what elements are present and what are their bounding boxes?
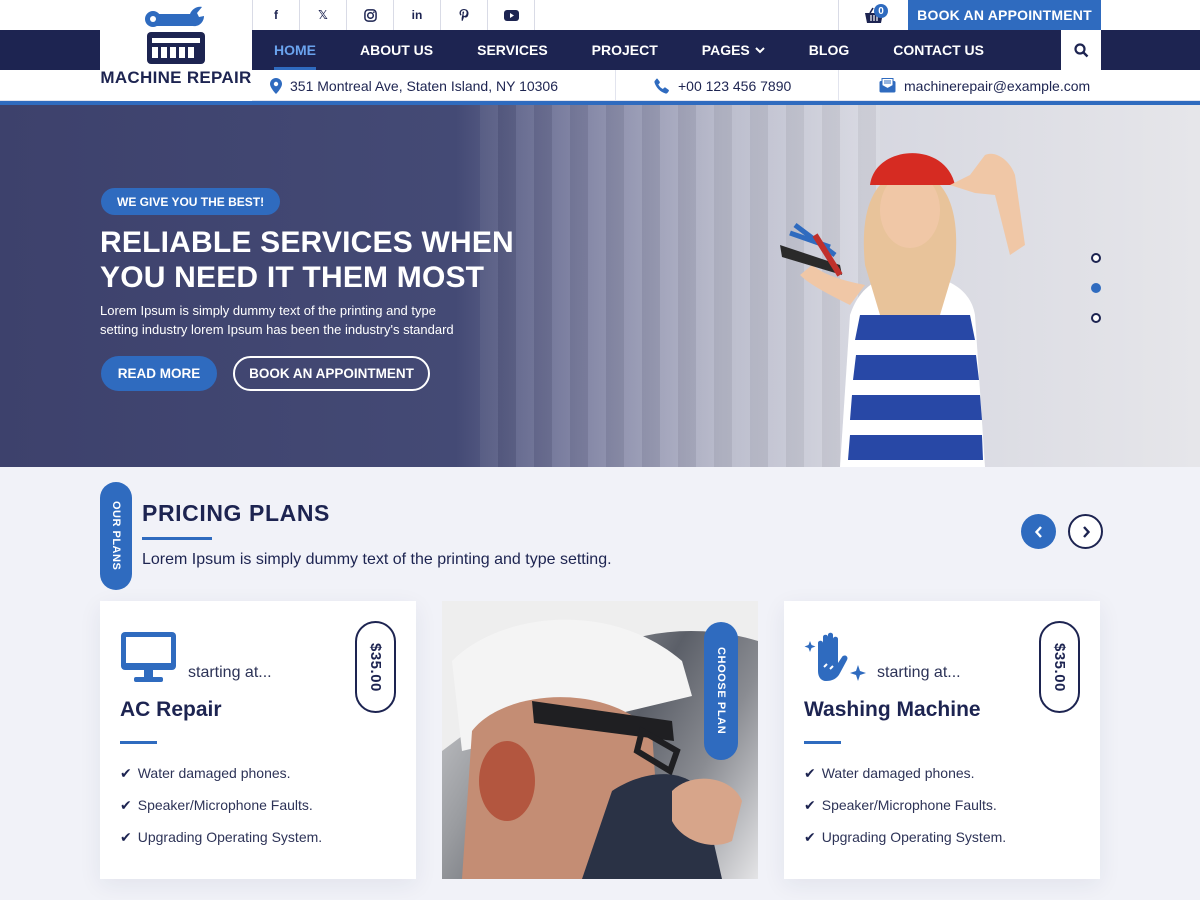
- nav-item-pages-label: PAGES: [701, 42, 750, 58]
- info-divider: [838, 70, 839, 101]
- chevron-right-icon: [1082, 525, 1090, 538]
- site-logo[interactable]: MACHINE REPAIR: [100, 0, 252, 101]
- plan-underline: [804, 741, 841, 744]
- email-icon: [879, 78, 896, 93]
- check-icon: ✔: [804, 797, 816, 813]
- choose-plan-text: CHOOSE PLAN: [715, 647, 727, 735]
- carousel-next-button[interactable]: [1068, 514, 1103, 549]
- feature-text: Water damaged phones.: [821, 765, 975, 781]
- hero-description: Lorem Ipsum is simply dummy text of the …: [100, 301, 500, 339]
- our-plans-label: OUR PLANS: [100, 482, 132, 590]
- check-icon: ✔: [804, 829, 816, 845]
- hero-title-line-1: RELIABLE SERVICES WHEN: [100, 226, 514, 259]
- our-plans-text: OUR PLANS: [110, 501, 122, 571]
- youtube-icon[interactable]: [488, 0, 535, 30]
- price-value: $35.00: [367, 642, 384, 692]
- hero-title-line-2: YOU NEED IT THEM MOST: [100, 261, 485, 294]
- search-button[interactable]: [1061, 30, 1101, 70]
- phone-info[interactable]: +00 123 456 7890: [654, 70, 791, 101]
- check-icon: ✔: [804, 765, 816, 781]
- pinterest-icon[interactable]: [441, 0, 488, 30]
- feature-item: ✔ Upgrading Operating System.: [120, 829, 322, 861]
- feature-list: ✔ Water damaged phones. ✔ Speaker/Micropho…: [120, 765, 322, 861]
- cart-button[interactable]: 0: [838, 0, 908, 30]
- section-subtitle: Lorem Ipsum is simply dummy text of the …: [142, 551, 612, 568]
- feature-text: Water damaged phones.: [137, 765, 291, 781]
- price-badge: $35.00: [355, 621, 396, 713]
- starting-at-text: starting at...: [877, 664, 961, 681]
- choose-plan-button[interactable]: CHOOSE PLAN: [704, 622, 738, 760]
- facebook-icon[interactable]: f: [253, 0, 300, 30]
- map-pin-icon: [270, 77, 282, 94]
- feature-text: Upgrading Operating System.: [821, 829, 1007, 845]
- carousel-prev-button[interactable]: [1021, 514, 1056, 549]
- hero-slider: WE GIVE YOU THE BEST! RELIABLE SERVICES …: [0, 105, 1200, 467]
- check-icon: ✔: [120, 797, 132, 813]
- slider-dot-3[interactable]: [1091, 313, 1101, 323]
- feature-item: ✔ Upgrading Operating System.: [804, 829, 1006, 861]
- feature-item: ✔ Water damaged phones.: [804, 765, 1006, 797]
- hero-worker-image: [780, 153, 1025, 467]
- machine-repair-logo-icon: [145, 6, 205, 64]
- social-links: f 𝕏 in: [252, 0, 535, 30]
- instagram-icon[interactable]: [347, 0, 394, 30]
- slider-dot-2[interactable]: [1091, 283, 1101, 293]
- clean-hand-icon: [804, 632, 866, 681]
- phone-icon: [654, 78, 670, 94]
- feature-item: ✔ Speaker/Microphone Faults.: [120, 797, 322, 829]
- hero-description-line-1: Lorem Ipsum is simply dummy text of the …: [100, 303, 436, 318]
- feature-text: Speaker/Microphone Faults.: [821, 797, 997, 813]
- email-text: machinerepair@example.com: [904, 77, 1091, 94]
- chevron-down-icon: [755, 47, 765, 54]
- section-title: PRICING PLANS: [142, 500, 330, 526]
- hero-description-line-2: setting industry lorem Ipsum has been th…: [100, 322, 454, 337]
- price-value: $35.00: [1051, 642, 1068, 692]
- plan-name: Washing Machine: [804, 698, 981, 721]
- feature-text: Speaker/Microphone Faults.: [137, 797, 313, 813]
- feature-item: ✔ Water damaged phones.: [120, 765, 322, 797]
- price-badge: $35.00: [1039, 621, 1080, 713]
- section-title-underline: [142, 537, 212, 540]
- check-icon: ✔: [120, 829, 132, 845]
- pricing-card-ac-repair[interactable]: starting at... $35.00 AC Repair ✔ Water d…: [100, 601, 416, 879]
- plan-name: AC Repair: [120, 698, 222, 721]
- nav-menu: HOME ABOUT US SERVICES PROJECT PAGES BLO…: [252, 30, 1006, 70]
- nav-item-pages[interactable]: PAGES: [680, 30, 787, 70]
- address-text: 351 Montreal Ave, Staten Island, NY 1030…: [290, 77, 559, 94]
- phone-text: +00 123 456 7890: [678, 77, 792, 94]
- nav-item-services[interactable]: SERVICES: [455, 30, 570, 70]
- info-divider: [615, 70, 616, 101]
- nav-item-home[interactable]: HOME: [252, 30, 338, 70]
- chevron-left-icon: [1034, 525, 1042, 538]
- starting-at-text: starting at...: [188, 664, 272, 681]
- nav-item-about-us[interactable]: ABOUT US: [338, 30, 455, 70]
- read-more-button[interactable]: READ MORE: [101, 356, 217, 391]
- hero-title: RELIABLE SERVICES WHEN YOU NEED IT THEM M…: [100, 225, 520, 295]
- check-icon: ✔: [120, 765, 132, 781]
- cart-count-badge: 0: [874, 4, 888, 18]
- slider-dot-1[interactable]: [1091, 253, 1101, 263]
- hero-tagline-badge: WE GIVE YOU THE BEST!: [101, 188, 281, 215]
- search-icon: [1073, 42, 1088, 57]
- nav-item-project[interactable]: PROJECT: [570, 30, 680, 70]
- x-twitter-icon[interactable]: 𝕏: [300, 0, 347, 30]
- feature-item: ✔ Speaker/Microphone Faults.: [804, 797, 1006, 829]
- email-info[interactable]: machinerepair@example.com: [879, 70, 1090, 101]
- feature-list: ✔ Water damaged phones. ✔ Speaker/Micropho…: [804, 765, 1006, 861]
- pricing-card-washing-machine[interactable]: starting at... $35.00 Washing Machine ✔ W…: [784, 601, 1100, 879]
- monitor-icon: [121, 632, 176, 682]
- nav-item-contact-us[interactable]: CONTACT US: [871, 30, 1006, 70]
- nav-item-blog[interactable]: BLOG: [787, 30, 871, 70]
- logo-text: MACHINE REPAIR: [100, 68, 252, 87]
- plan-underline: [120, 741, 157, 744]
- linkedin-icon[interactable]: in: [394, 0, 441, 30]
- feature-text: Upgrading Operating System.: [137, 829, 323, 845]
- address-info: 351 Montreal Ave, Staten Island, NY 1030…: [270, 70, 558, 101]
- book-appointment-hero-button[interactable]: BOOK AN APPOINTMENT: [233, 356, 430, 391]
- book-appointment-top-button[interactable]: BOOK AN APPOINTMENT: [908, 0, 1101, 30]
